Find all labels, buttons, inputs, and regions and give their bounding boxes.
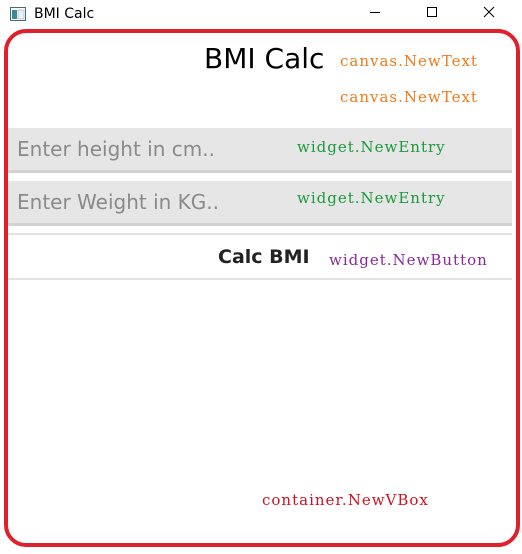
calc-bmi-label: Calc BMI: [218, 246, 310, 268]
entry-annotation-2: widget.NewEntry: [297, 189, 446, 207]
button-annotation: widget.NewButton: [329, 251, 488, 269]
canvas-text-annotation-2: canvas.NewText: [340, 88, 478, 106]
vbox-container-outline: [4, 29, 520, 547]
minimize-button[interactable]: [352, 0, 398, 28]
close-icon: [483, 5, 495, 23]
vbox-annotation: container.NewVBox: [262, 491, 429, 509]
canvas-text-annotation-1: canvas.NewText: [340, 52, 478, 70]
app-heading: BMI Calc: [204, 42, 325, 75]
close-button[interactable]: [466, 0, 512, 28]
app-window-icon: [10, 7, 26, 21]
window-title: BMI Calc: [34, 6, 95, 22]
entry-annotation-1: widget.NewEntry: [297, 138, 446, 156]
minimize-icon: [369, 5, 381, 23]
maximize-icon: [426, 5, 438, 23]
maximize-button[interactable]: [409, 0, 455, 28]
window-titlebar[interactable]: BMI Calc: [0, 0, 522, 28]
